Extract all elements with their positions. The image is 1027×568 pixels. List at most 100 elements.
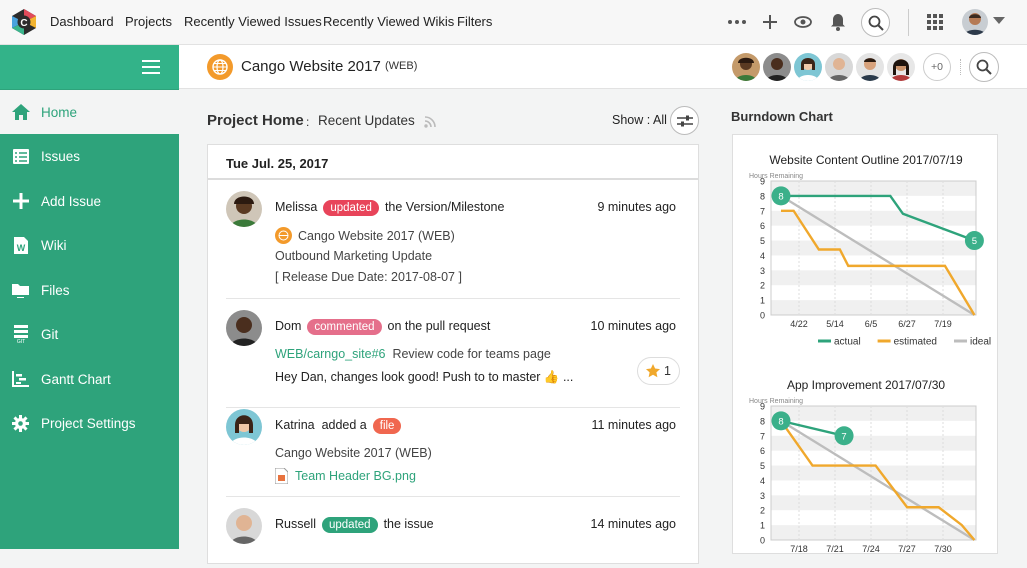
x-tick-label: 5/14 <box>826 319 844 329</box>
x-tick-label: 7/27 <box>898 544 916 554</box>
project-name[interactable]: Cango Website 2017 <box>241 58 381 75</box>
y-tick-label: 8 <box>760 416 765 426</box>
member-avatar[interactable] <box>794 53 822 81</box>
pull-request-link[interactable]: WEB/carngo_site#6 <box>275 347 385 361</box>
project-name[interactable]: Cango Website 2017 (WEB) <box>275 446 432 460</box>
action-badge: commented <box>307 319 382 335</box>
search-icon[interactable] <box>861 8 890 37</box>
user-name[interactable]: Dom <box>275 319 301 333</box>
data-label: 8 <box>778 191 783 202</box>
data-label: 5 <box>972 236 977 247</box>
issues-icon <box>0 148 41 164</box>
page-subtitle: Recent Updates <box>318 113 415 128</box>
milestone-name[interactable]: Outbound Marketing Update <box>275 249 432 263</box>
menu-icon[interactable] <box>141 57 161 77</box>
timestamp: 11 minutes ago <box>591 418 676 432</box>
sidebar-header <box>0 45 179 89</box>
chart-title: Website Content Outline 2017/07/19 <box>769 153 963 167</box>
data-label: 7 <box>841 431 846 442</box>
member-avatar[interactable] <box>732 53 760 81</box>
sidebar-item-gantt-chart[interactable]: Gantt Chart <box>0 357 179 401</box>
file-link[interactable]: Team Header BG.png <box>295 469 416 483</box>
nav-projects[interactable]: Projects <box>125 14 172 29</box>
wiki-icon: W <box>0 236 41 254</box>
sidebar-item-add-issue[interactable]: Add Issue <box>0 179 179 223</box>
search-icon[interactable] <box>969 52 999 82</box>
more-members-button[interactable]: +0 <box>923 53 951 81</box>
main-content: Project Home : Recent Updates Show : All… <box>179 89 1027 564</box>
avatar[interactable] <box>226 310 262 346</box>
y-tick-label: 9 <box>760 402 765 412</box>
y-tick-label: 4 <box>760 476 765 486</box>
action-badge: file <box>372 418 402 434</box>
plus-icon[interactable] <box>760 12 780 32</box>
sidebar-item-home[interactable]: Home <box>0 90 179 134</box>
y-tick-label: 9 <box>760 177 765 187</box>
svg-text:GIT: GIT <box>16 339 24 343</box>
eye-icon[interactable] <box>793 12 813 32</box>
sidebar-item-label: Project Settings <box>41 415 136 431</box>
timestamp: 9 minutes ago <box>597 200 676 214</box>
show-filter-label[interactable]: Show : All <box>612 113 667 127</box>
chevron-down-icon[interactable] <box>992 16 1006 26</box>
pull-request-title: Review code for teams page <box>392 347 551 361</box>
x-tick-label: 7/18 <box>790 544 808 554</box>
member-avatar[interactable] <box>856 53 884 81</box>
burndown-chart-1: Website Content Outline 2017/07/19 Hours … <box>749 153 991 348</box>
filter-settings-icon[interactable] <box>670 106 699 135</box>
bell-icon[interactable] <box>828 12 848 32</box>
sidebar-item-project-settings[interactable]: Project Settings <box>0 401 179 445</box>
user-name[interactable]: Melissa <box>275 200 317 214</box>
y-tick-label: 5 <box>760 236 765 246</box>
member-avatar[interactable] <box>887 53 915 81</box>
like-count: 1 <box>664 364 671 378</box>
home-icon <box>0 104 41 120</box>
gear-icon <box>0 414 41 432</box>
user-name[interactable]: Katrina <box>275 418 315 432</box>
avatar[interactable] <box>226 191 262 227</box>
git-icon: GIT <box>0 325 41 343</box>
nav-filters[interactable]: Filters <box>457 14 492 29</box>
apps-grid-icon[interactable] <box>925 12 945 32</box>
sidebar-item-files[interactable]: Files <box>0 268 179 312</box>
x-tick-label: 4/22 <box>790 319 808 329</box>
nav-recent-wikis[interactable]: Recently Viewed Wikis <box>323 14 454 29</box>
data-label: 8 <box>778 416 783 427</box>
page-title: Project Home <box>207 112 304 129</box>
action-text: on the pull request <box>387 319 491 333</box>
more-icon[interactable] <box>727 12 747 32</box>
y-tick-label: 4 <box>760 251 765 261</box>
action-text: added a <box>321 418 367 432</box>
avatar[interactable] <box>226 409 262 445</box>
grid-band <box>771 525 976 540</box>
nav-dashboard[interactable]: Dashboard <box>50 14 114 29</box>
user-avatar[interactable] <box>962 9 988 35</box>
title-separator: : <box>306 115 310 129</box>
sidebar-item-git[interactable]: GIT Git <box>0 312 179 356</box>
action-text: the issue <box>383 517 434 531</box>
feed-date: Tue Jul. 25, 2017 <box>208 145 698 180</box>
y-tick-label: 0 <box>760 536 765 546</box>
avatar[interactable] <box>226 508 262 544</box>
member-avatar[interactable] <box>825 53 853 81</box>
list-item: Melissa updated the Version/Milestone 9 mi… <box>226 191 680 299</box>
sidebar-item-label: Issues <box>41 148 81 164</box>
y-tick-label: 5 <box>760 461 765 471</box>
sidebar-item-label: Git <box>41 326 59 342</box>
app-logo[interactable]: C <box>10 8 38 36</box>
sidebar-item-issues[interactable]: Issues <box>0 134 179 178</box>
grid-band <box>771 181 976 196</box>
y-tick-label: 2 <box>760 506 765 516</box>
series-line-estimated <box>781 209 976 316</box>
user-name[interactable]: Russell <box>275 517 316 531</box>
sidebar-item-wiki[interactable]: W Wiki <box>0 223 179 267</box>
rss-icon[interactable] <box>424 115 437 133</box>
y-axis-label: Hours Remaining <box>749 173 803 180</box>
like-button[interactable]: 1 <box>637 357 680 385</box>
y-tick-label: 1 <box>760 296 765 306</box>
nav-recent-issues[interactable]: Recently Viewed Issues <box>184 14 322 29</box>
project-name[interactable]: Cango Website 2017 (WEB) <box>298 229 455 243</box>
legend-label: estimated <box>894 337 937 348</box>
grid-band <box>771 270 976 286</box>
member-avatar[interactable] <box>763 53 791 81</box>
